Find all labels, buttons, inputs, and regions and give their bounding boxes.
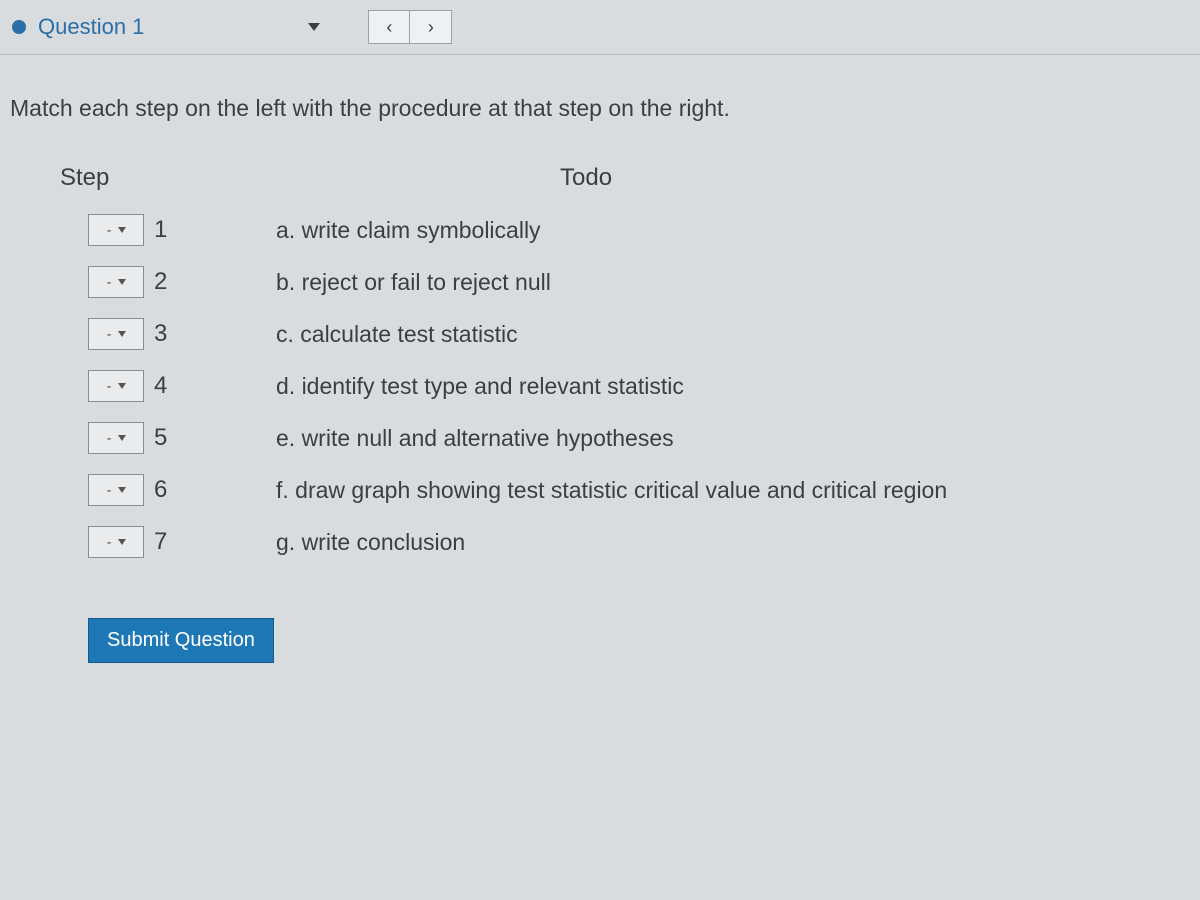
- chevron-down-icon: [118, 383, 126, 389]
- select-value: -: [107, 222, 112, 239]
- question-title[interactable]: Question 1: [38, 14, 144, 40]
- match-row: - 1 a. write claim symbolically: [88, 214, 1160, 246]
- chevron-down-icon: [118, 279, 126, 285]
- prev-question-button[interactable]: ‹: [368, 10, 410, 44]
- chevron-down-icon: [118, 539, 126, 545]
- todo-option: e. write null and alternative hypotheses: [276, 425, 674, 452]
- match-row: - 7 g. write conclusion: [88, 526, 1160, 558]
- match-row: - 2 b. reject or fail to reject null: [88, 266, 1160, 298]
- step-select-6[interactable]: -: [88, 474, 144, 506]
- chevron-down-icon: [118, 435, 126, 441]
- column-headers: Step Todo: [40, 152, 1160, 214]
- todo-option: b. reject or fail to reject null: [276, 269, 551, 296]
- match-row: - 6 f. draw graph showing test statistic…: [88, 474, 1160, 506]
- select-value: -: [107, 534, 112, 551]
- match-row: - 4 d. identify test type and relevant s…: [88, 370, 1160, 402]
- step-select-5[interactable]: -: [88, 422, 144, 454]
- select-value: -: [107, 482, 112, 499]
- dropdown-caret-icon[interactable]: [308, 23, 320, 31]
- step-number: 3: [154, 320, 184, 348]
- nav-group: ‹ ›: [368, 10, 452, 44]
- select-value: -: [107, 430, 112, 447]
- status-dot-icon: [12, 20, 26, 34]
- next-question-button[interactable]: ›: [410, 10, 452, 44]
- todo-option: f. draw graph showing test statistic cri…: [276, 477, 947, 504]
- rows-container: - 1 a. write claim symbolically - 2 b. r…: [40, 214, 1160, 558]
- step-column-header: Step: [60, 164, 560, 192]
- topbar: Question 1 ‹ ›: [0, 0, 1200, 55]
- submit-question-button[interactable]: Submit Question: [88, 618, 274, 663]
- step-number: 6: [154, 476, 184, 504]
- match-table: Step Todo - 1 a. write claim symbolicall…: [0, 152, 1200, 663]
- chevron-down-icon: [118, 331, 126, 337]
- todo-option: a. write claim symbolically: [276, 217, 541, 244]
- step-select-2[interactable]: -: [88, 266, 144, 298]
- todo-option: c. calculate test statistic: [276, 321, 518, 348]
- step-number: 1: [154, 216, 184, 244]
- todo-option: d. identify test type and relevant stati…: [276, 373, 684, 400]
- step-number: 7: [154, 528, 184, 556]
- chevron-down-icon: [118, 227, 126, 233]
- select-value: -: [107, 274, 112, 291]
- step-number: 5: [154, 424, 184, 452]
- todo-column-header: Todo: [560, 164, 612, 192]
- step-number: 2: [154, 268, 184, 296]
- select-value: -: [107, 326, 112, 343]
- select-value: -: [107, 378, 112, 395]
- step-select-4[interactable]: -: [88, 370, 144, 402]
- match-row: - 3 c. calculate test statistic: [88, 318, 1160, 350]
- match-row: - 5 e. write null and alternative hypoth…: [88, 422, 1160, 454]
- step-select-3[interactable]: -: [88, 318, 144, 350]
- instruction-text: Match each step on the left with the pro…: [0, 55, 1200, 152]
- step-number: 4: [154, 372, 184, 400]
- chevron-down-icon: [118, 487, 126, 493]
- step-select-7[interactable]: -: [88, 526, 144, 558]
- todo-option: g. write conclusion: [276, 529, 465, 556]
- step-select-1[interactable]: -: [88, 214, 144, 246]
